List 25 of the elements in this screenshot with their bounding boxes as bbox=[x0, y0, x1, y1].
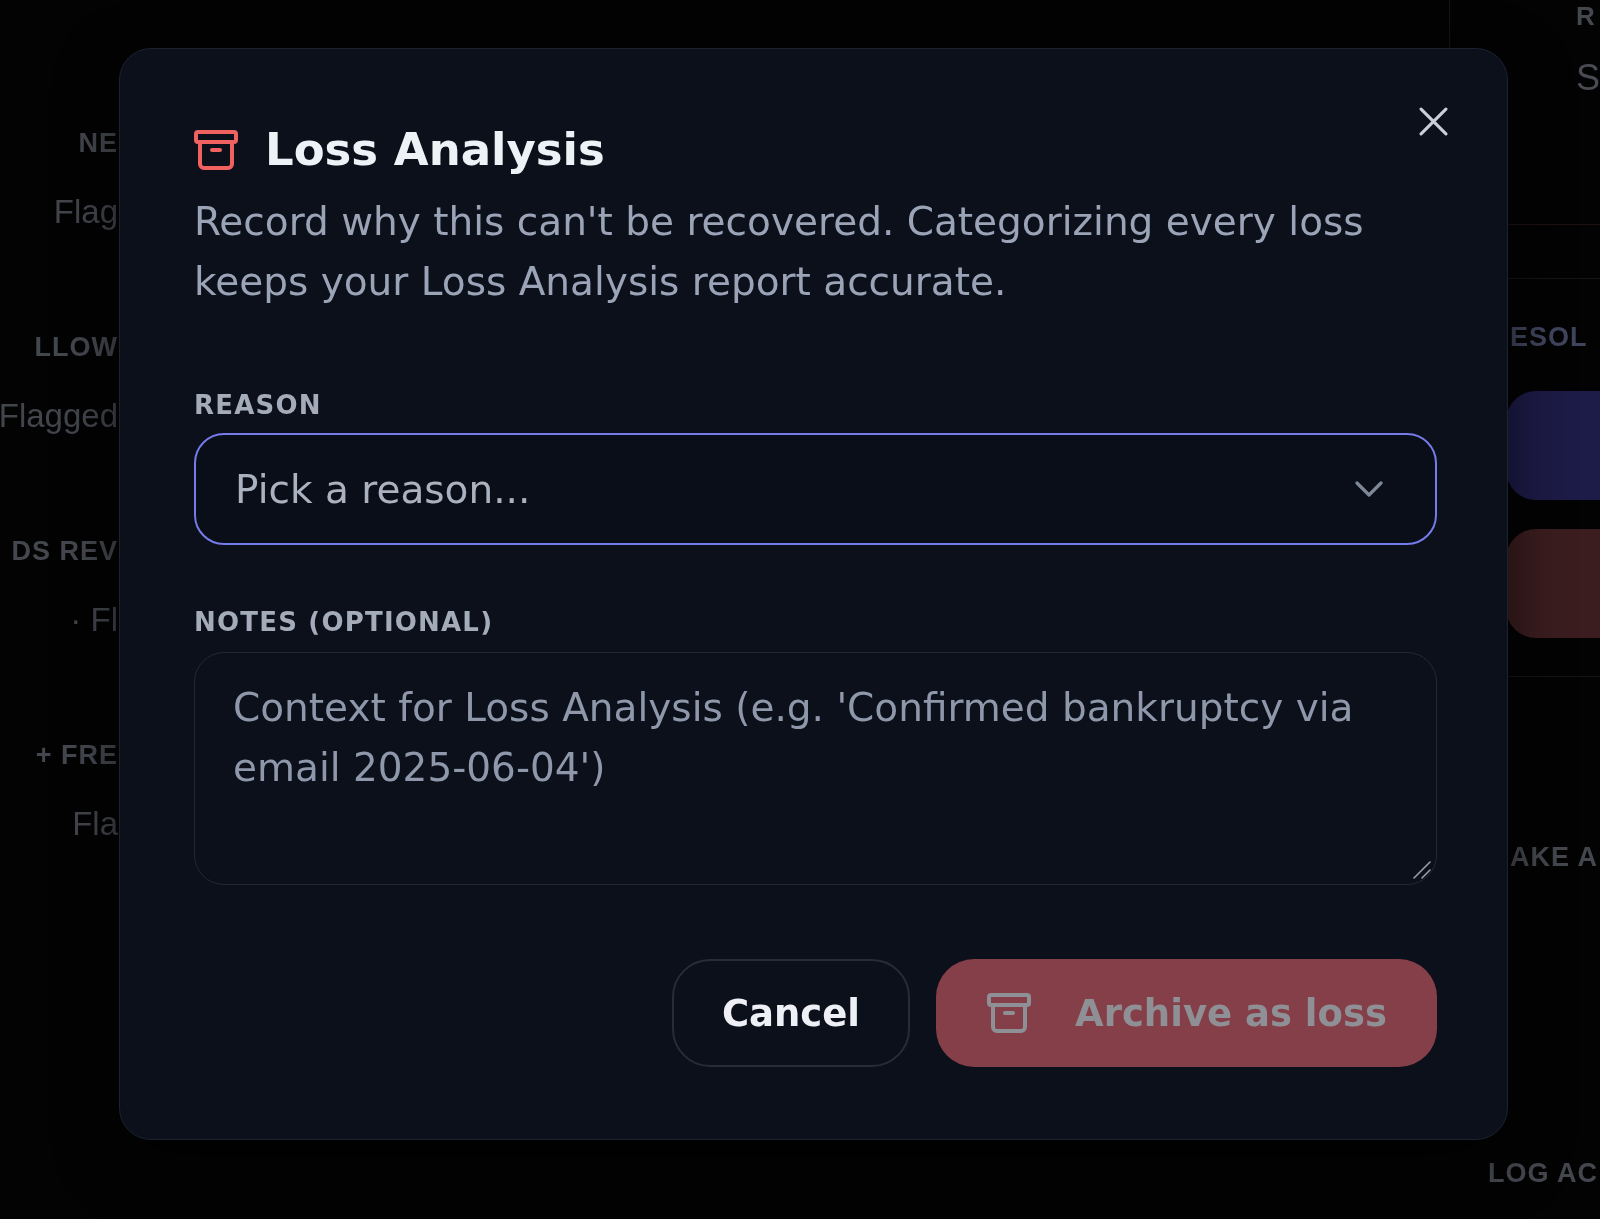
chevron-down-icon bbox=[1355, 481, 1383, 497]
list-item-text: Fla bbox=[72, 804, 118, 844]
card-value: S bbox=[1576, 56, 1600, 100]
section-heading: DS REV bbox=[11, 535, 118, 568]
archive-box-icon bbox=[987, 993, 1032, 1033]
notes-textarea[interactable]: Context for Loss Analysis (e.g. 'Confirmed bankruptcy via email 2025-06-04') bbox=[194, 652, 1437, 885]
section-heading: ESOL bbox=[1510, 321, 1588, 354]
dialog-title: Loss Analysis bbox=[265, 122, 605, 178]
list-item-text: · Fl bbox=[70, 600, 118, 640]
dialog-description: Record why this can't be recovered. Categorizing every loss keeps your Loss Analysis report accurate. bbox=[194, 198, 1365, 306]
field-label: REASON bbox=[194, 389, 322, 422]
field-label: NOTES (OPTIONAL) bbox=[194, 606, 494, 639]
section-heading: LOG AC bbox=[1488, 1157, 1598, 1190]
list-item-text: Flagged bbox=[0, 396, 118, 436]
resize-handle-icon[interactable] bbox=[1413, 861, 1431, 879]
section-heading: NE bbox=[78, 127, 118, 160]
section-heading: + FRE bbox=[35, 739, 118, 772]
close-icon bbox=[1418, 106, 1448, 136]
section-heading: AKE A bbox=[1510, 841, 1598, 874]
list-item-text: Flag bbox=[53, 192, 118, 232]
card-label: R bbox=[1576, 1, 1595, 31]
cancel-button[interactable]: Cancel bbox=[671, 959, 911, 1067]
archive-box-icon bbox=[194, 130, 238, 170]
reason-dropdown[interactable]: Pick a reason... bbox=[194, 433, 1437, 545]
section-heading: LLOW bbox=[34, 331, 118, 364]
